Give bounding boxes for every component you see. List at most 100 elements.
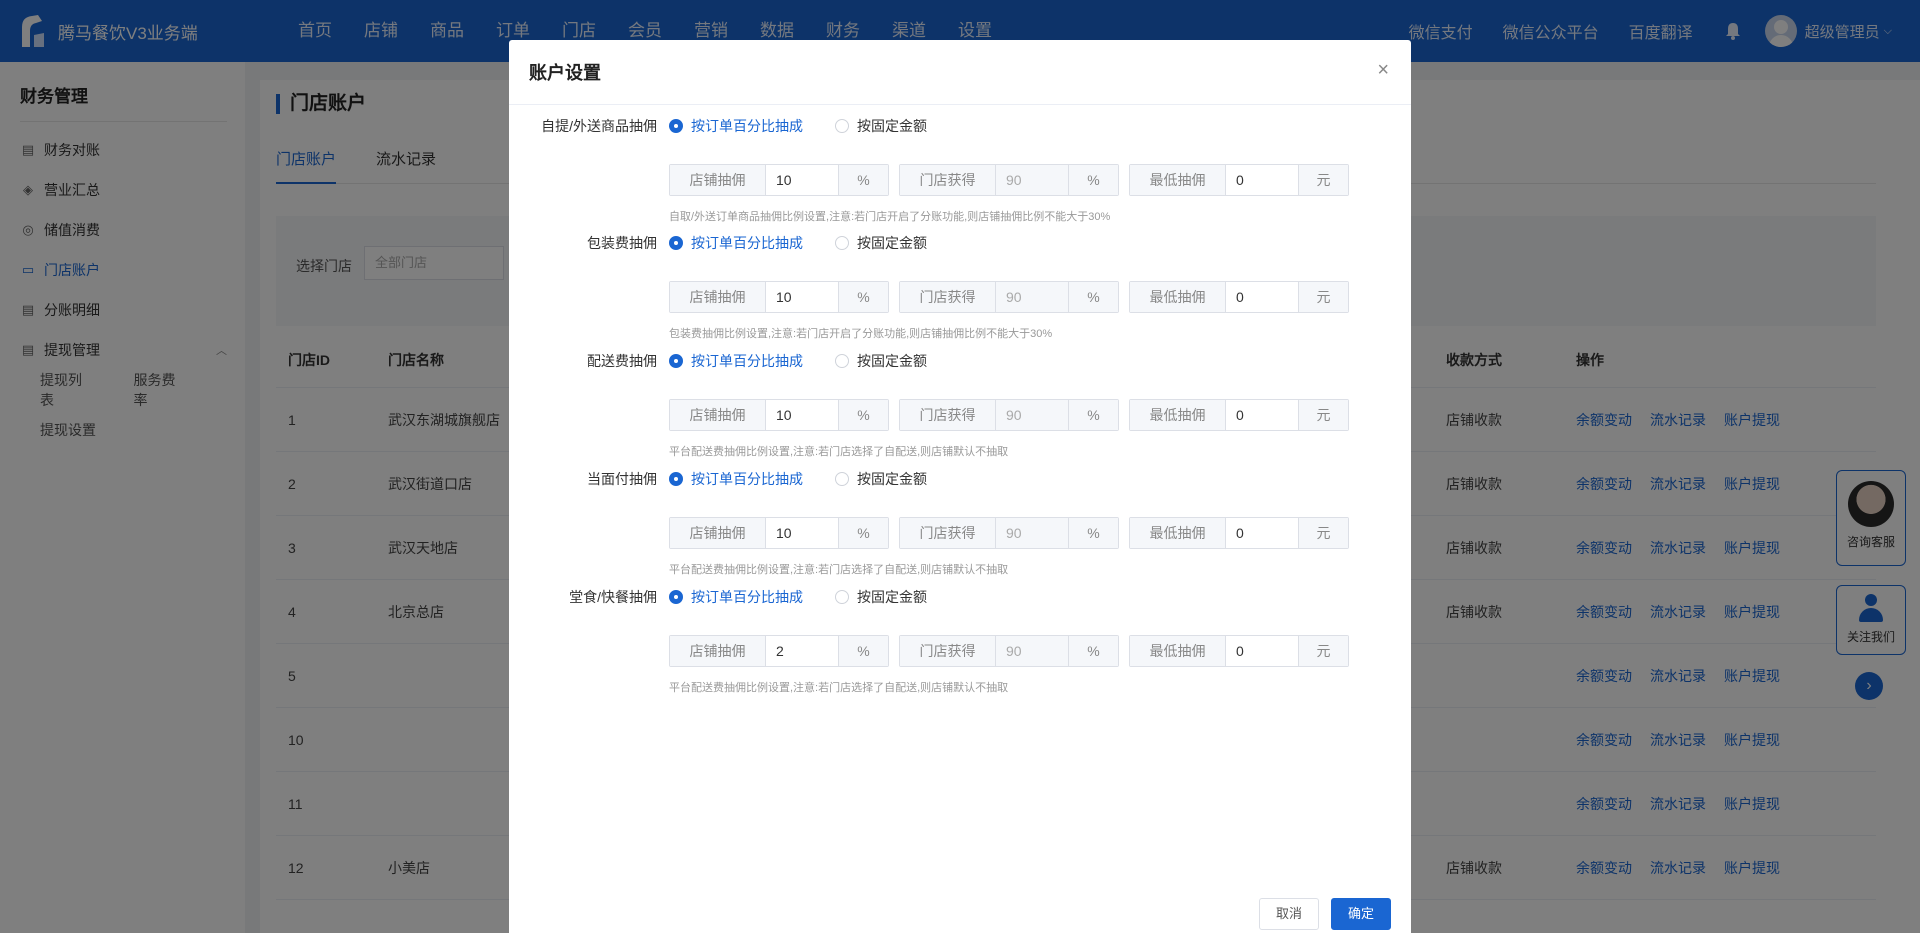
input-prefix: 店铺抽佣	[670, 282, 766, 312]
section-label: 堂食/快餐抽佣	[569, 589, 657, 605]
input-suffix: %	[838, 400, 888, 430]
store-gain-input: 90	[996, 400, 1068, 430]
input-suffix: 元	[1298, 518, 1348, 548]
radio-percent[interactable]: 按订单百分比抽成	[669, 587, 803, 607]
store-gain-group: 门店获得 90%	[899, 281, 1119, 313]
input-suffix: %	[1068, 400, 1118, 430]
radio-fixed[interactable]: 按固定金额	[835, 233, 927, 253]
commission-inputs: 店铺抽佣 2% 门店获得 90% 最低抽佣 0 元	[669, 635, 1359, 667]
store-gain-input: 90	[996, 636, 1068, 666]
min-commission-group: 最低抽佣 0 元	[1129, 164, 1349, 196]
radio-fixed[interactable]: 按固定金额	[835, 116, 927, 136]
input-prefix: 门店获得	[900, 400, 996, 430]
shop-commission-group: 店铺抽佣 10%	[669, 517, 889, 549]
cancel-button[interactable]: 取消	[1258, 898, 1319, 930]
input-prefix: 最低抽佣	[1130, 165, 1226, 195]
confirm-button[interactable]: 确定	[1330, 898, 1391, 930]
shop-commission-input[interactable]: 2	[766, 636, 838, 666]
input-prefix: 最低抽佣	[1130, 636, 1226, 666]
store-gain-input: 90	[996, 282, 1068, 312]
radio-label: 按固定金额	[857, 118, 927, 134]
radio-unchecked-icon	[835, 236, 849, 250]
section-label: 当面付抽佣	[587, 471, 657, 487]
section-hint: 自取/外送订单商品抽佣比例设置,注意:若门店开启了分账功能,则店铺抽佣比例不能大…	[669, 211, 1111, 223]
input-suffix: %	[838, 518, 888, 548]
close-icon[interactable]: ×	[1377, 60, 1389, 80]
radio-checked-icon	[669, 354, 683, 368]
radio-fixed[interactable]: 按固定金额	[835, 351, 927, 371]
min-commission-input[interactable]: 0	[1226, 636, 1298, 666]
radio-checked-icon	[669, 119, 683, 133]
commission-mode-radio-group: 按订单百分比抽成 按固定金额	[669, 116, 959, 136]
input-suffix: %	[1068, 636, 1118, 666]
commission-mode-radio-group: 按订单百分比抽成 按固定金额	[669, 469, 959, 489]
input-prefix: 店铺抽佣	[670, 165, 766, 195]
section-hint: 包装费抽佣比例设置,注意:若门店开启了分账功能,则店铺抽佣比例不能大于30%	[669, 328, 1053, 340]
input-prefix: 门店获得	[900, 636, 996, 666]
shop-commission-input[interactable]: 10	[766, 518, 838, 548]
store-gain-input: 90	[996, 518, 1068, 548]
input-suffix: 元	[1298, 165, 1348, 195]
store-gain-group: 门店获得 90%	[899, 635, 1119, 667]
input-suffix: %	[838, 282, 888, 312]
radio-percent[interactable]: 按订单百分比抽成	[669, 469, 803, 489]
dialog-footer: 取消 确定	[1247, 898, 1391, 930]
radio-checked-icon	[669, 590, 683, 604]
shop-commission-group: 店铺抽佣 10%	[669, 164, 889, 196]
radio-label: 按固定金额	[857, 589, 927, 605]
input-prefix: 最低抽佣	[1130, 518, 1226, 548]
input-prefix: 门店获得	[900, 518, 996, 548]
radio-checked-icon	[669, 472, 683, 486]
dialog-title: 账户设置	[529, 63, 601, 83]
input-suffix: %	[1068, 165, 1118, 195]
dialog-header: 账户设置	[509, 40, 1411, 105]
store-gain-group: 门店获得 90%	[899, 164, 1119, 196]
input-suffix: %	[1068, 282, 1118, 312]
radio-label: 按固定金额	[857, 471, 927, 487]
shop-commission-input[interactable]: 10	[766, 165, 838, 195]
section-hint: 平台配送费抽佣比例设置,注意:若门店选择了自配送,则店铺默认不抽取	[669, 682, 1009, 694]
shop-commission-input[interactable]: 10	[766, 400, 838, 430]
input-prefix: 店铺抽佣	[670, 518, 766, 548]
input-prefix: 门店获得	[900, 282, 996, 312]
input-prefix: 最低抽佣	[1130, 282, 1226, 312]
min-commission-input[interactable]: 0	[1226, 400, 1298, 430]
radio-unchecked-icon	[835, 472, 849, 486]
section-label: 包装费抽佣	[587, 235, 657, 251]
radio-percent[interactable]: 按订单百分比抽成	[669, 233, 803, 253]
input-prefix: 店铺抽佣	[670, 636, 766, 666]
commission-inputs: 店铺抽佣 10% 门店获得 90% 最低抽佣 0 元	[669, 517, 1359, 549]
section-hint: 平台配送费抽佣比例设置,注意:若门店选择了自配送,则店铺默认不抽取	[669, 446, 1009, 458]
section-label: 自提/外送商品抽佣	[541, 118, 657, 134]
radio-unchecked-icon	[835, 590, 849, 604]
store-gain-group: 门店获得 90%	[899, 399, 1119, 431]
radio-label: 按固定金额	[857, 353, 927, 369]
commission-inputs: 店铺抽佣 10% 门店获得 90% 最低抽佣 0 元	[669, 164, 1359, 196]
min-commission-group: 最低抽佣 0 元	[1129, 635, 1349, 667]
shop-commission-group: 店铺抽佣 10%	[669, 281, 889, 313]
commission-mode-radio-group: 按订单百分比抽成 按固定金额	[669, 587, 959, 607]
radio-fixed[interactable]: 按固定金额	[835, 587, 927, 607]
store-gain-input: 90	[996, 165, 1068, 195]
min-commission-input[interactable]: 0	[1226, 518, 1298, 548]
commission-inputs: 店铺抽佣 10% 门店获得 90% 最低抽佣 0 元	[669, 399, 1359, 431]
radio-label: 按订单百分比抽成	[691, 235, 803, 251]
radio-percent[interactable]: 按订单百分比抽成	[669, 116, 803, 136]
radio-percent[interactable]: 按订单百分比抽成	[669, 351, 803, 371]
min-commission-group: 最低抽佣 0 元	[1129, 517, 1349, 549]
input-suffix: 元	[1298, 282, 1348, 312]
shop-commission-group: 店铺抽佣 10%	[669, 399, 889, 431]
store-gain-group: 门店获得 90%	[899, 517, 1119, 549]
radio-label: 按订单百分比抽成	[691, 471, 803, 487]
radio-fixed[interactable]: 按固定金额	[835, 469, 927, 489]
shop-commission-input[interactable]: 10	[766, 282, 838, 312]
min-commission-input[interactable]: 0	[1226, 282, 1298, 312]
input-suffix: 元	[1298, 636, 1348, 666]
input-suffix: %	[838, 165, 888, 195]
input-prefix: 门店获得	[900, 165, 996, 195]
input-prefix: 最低抽佣	[1130, 400, 1226, 430]
radio-label: 按订单百分比抽成	[691, 118, 803, 134]
min-commission-input[interactable]: 0	[1226, 165, 1298, 195]
radio-unchecked-icon	[835, 354, 849, 368]
commission-inputs: 店铺抽佣 10% 门店获得 90% 最低抽佣 0 元	[669, 281, 1359, 313]
